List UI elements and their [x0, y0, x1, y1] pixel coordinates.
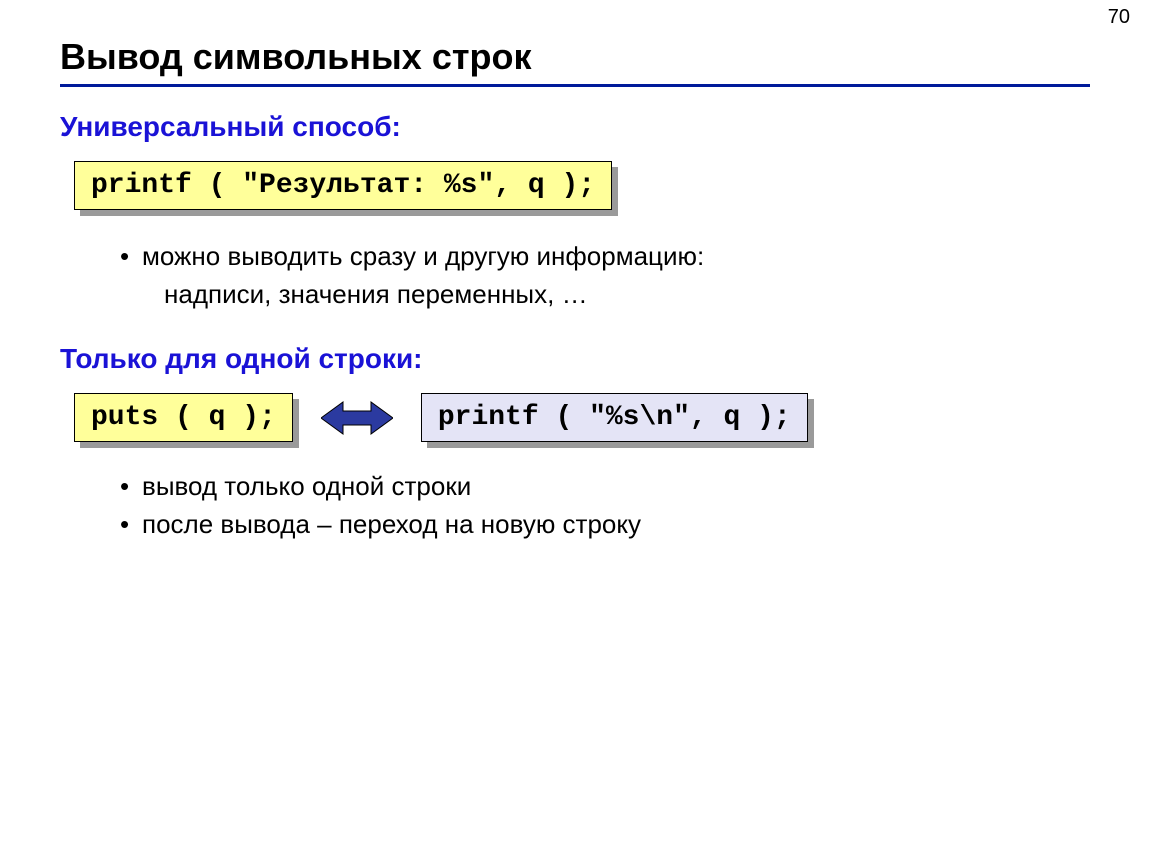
section1-bullets: можно выводить сразу и другую информацию… [120, 238, 1090, 313]
code-box-2-wrap: puts ( q ); [74, 393, 293, 442]
section1-bullet-1: можно выводить сразу и другую информацию… [120, 238, 1090, 313]
code-box-3: printf ( "%s\n", q ); [421, 393, 808, 442]
title-underline [60, 84, 1090, 87]
code-box-1: printf ( "Результат: %s", q ); [74, 161, 612, 210]
section1-heading: Универсальный способ: [60, 111, 1090, 143]
slide-title: Вывод символьных строк [60, 30, 1090, 78]
section2-bullet-1-text: вывод только одной строки [142, 471, 471, 501]
section2-heading: Только для одной строки: [60, 343, 1090, 375]
slide: 70 Вывод символьных строк Универсальный … [0, 0, 1150, 864]
section2-bullet-2-text: после вывода – переход на новую строку [142, 509, 641, 539]
section1-bullet-1-line1: можно выводить сразу и другую информацию… [142, 241, 704, 271]
section2-bullets: вывод только одной строки после вывода –… [120, 468, 1090, 543]
code-box-2: puts ( q ); [74, 393, 293, 442]
code-box-3-wrap: printf ( "%s\n", q ); [421, 393, 808, 442]
code-row: puts ( q ); printf ( "%s\n", q ); [74, 393, 1090, 442]
page-number: 70 [1108, 6, 1130, 29]
code-box-1-wrap: printf ( "Результат: %s", q ); [74, 161, 612, 210]
section2-bullet-1: вывод только одной строки [120, 468, 1090, 506]
section1-bullet-1-line2: надписи, значения переменных, … [142, 276, 1090, 314]
double-arrow-icon [321, 398, 393, 438]
section2-bullet-2: после вывода – переход на новую строку [120, 506, 1090, 544]
